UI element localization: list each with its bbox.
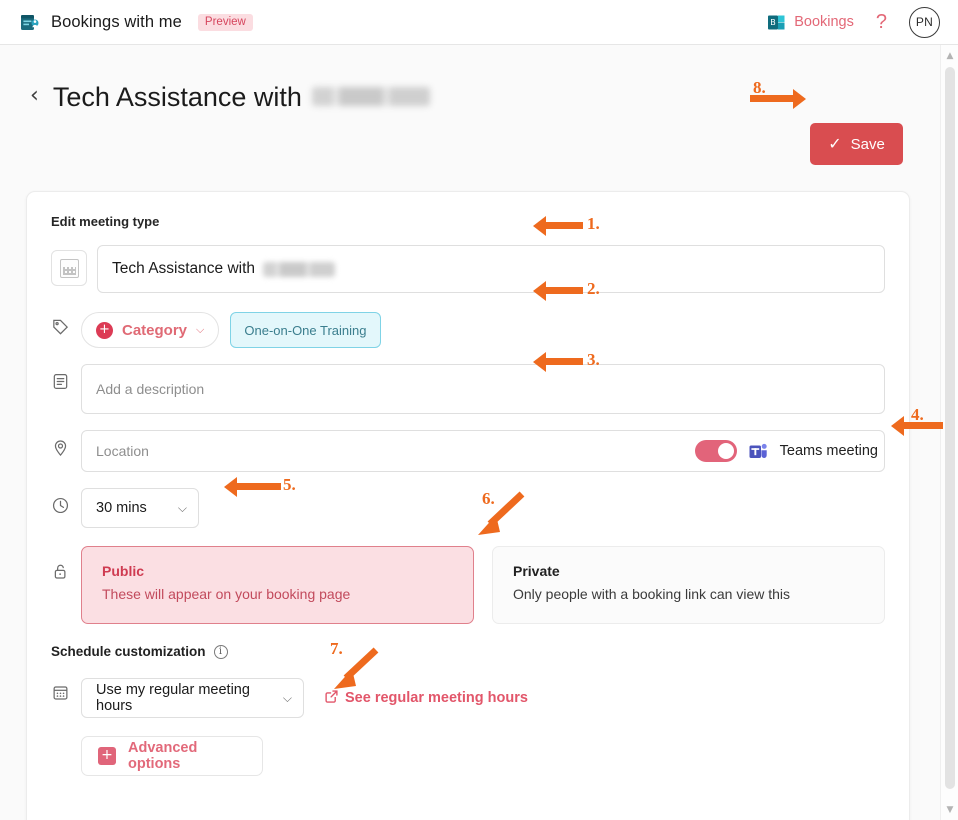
category-chip[interactable]: One-on-One Training — [230, 312, 380, 348]
visibility-public-desc: These will appear on your booking page — [102, 586, 453, 602]
unlock-icon — [51, 544, 81, 581]
scrollbar-thumb[interactable] — [945, 67, 955, 789]
page-title: Tech Assistance with — [53, 82, 430, 113]
meeting-name-row: Tech Assistance with — [27, 245, 909, 293]
duration-row: 30 mins ⌵ — [27, 488, 909, 528]
visibility-private-title: Private — [513, 563, 864, 579]
tag-icon — [51, 309, 81, 336]
duration-value: 30 mins — [96, 500, 147, 516]
visibility-option-private[interactable]: Private Only people with a booking link … — [492, 546, 885, 624]
page-header: ‹ Tech Assistance with — [0, 45, 940, 123]
description-body: Add a description — [81, 364, 909, 414]
external-link-icon — [325, 690, 338, 707]
location-row: Location — [27, 430, 909, 472]
meeting-name-input[interactable]: Tech Assistance with — [97, 245, 885, 293]
bookings-link[interactable]: B Bookings — [767, 13, 854, 32]
edit-meeting-type-card: Edit meeting type Tech Assistance with — [26, 191, 910, 820]
duration-select[interactable]: 30 mins ⌵ — [81, 488, 199, 528]
meeting-hours-select[interactable]: Use my regular meeting hours ⌵ — [81, 678, 304, 718]
see-regular-meeting-hours-label: See regular meeting hours — [345, 690, 528, 706]
category-body: + Category ⌵ One-on-One Training — [81, 309, 909, 348]
meeting-name-value: Tech Assistance with — [112, 260, 255, 278]
description-row: Add a description — [27, 364, 909, 414]
microsoft-teams-icon — [748, 441, 769, 462]
location-input[interactable]: Location — [81, 430, 885, 472]
card-section-label: Edit meeting type — [27, 192, 909, 229]
teams-meeting-toggle[interactable] — [695, 440, 737, 462]
visibility-private-desc: Only people with a booking link can view… — [513, 586, 864, 602]
visibility-body: Public These will appear on your booking… — [81, 544, 909, 624]
app-title: Bookings with me — [51, 13, 182, 32]
scroll-down-arrow[interactable]: ▼ — [941, 801, 958, 818]
plus-icon: + — [96, 322, 113, 339]
app-header: Bookings with me Preview B Bookings ? PN — [0, 0, 958, 45]
plus-icon: + — [98, 747, 116, 765]
save-button-label: Save — [851, 136, 885, 153]
clock-icon — [51, 488, 81, 515]
visibility-option-public[interactable]: Public These will appear on your booking… — [81, 546, 474, 624]
visibility-row: Public These will appear on your booking… — [27, 544, 909, 624]
save-button[interactable]: ✓ Save — [810, 123, 903, 165]
scroll-up-arrow[interactable]: ▲ — [941, 47, 958, 64]
preview-badge: Preview — [198, 14, 253, 31]
advanced-options-button[interactable]: + Advanced options — [81, 736, 263, 776]
location-body: Location — [81, 430, 909, 472]
app-header-right: B Bookings ? PN — [767, 7, 940, 38]
chevron-down-icon: ⌵ — [178, 501, 187, 516]
schedule-customization-header: Schedule customization i — [27, 624, 909, 659]
visibility-options: Public These will appear on your booking… — [81, 544, 885, 624]
page-title-text: Tech Assistance with — [53, 82, 302, 113]
meeting-hours-value: Use my regular meeting hours — [96, 682, 267, 714]
calendar-thumbnail-icon[interactable] — [51, 250, 87, 286]
location-pin-icon — [51, 430, 81, 457]
description-input[interactable]: Add a description — [81, 364, 885, 414]
page-scrollbar[interactable]: ▲ ▼ — [940, 45, 958, 820]
meeting-name-body: Tech Assistance with — [97, 245, 909, 293]
teams-meeting-label: Teams meeting — [780, 443, 878, 459]
visibility-public-title: Public — [102, 563, 453, 579]
duration-body: 30 mins ⌵ — [81, 488, 909, 528]
schedule-row: Use my regular meeting hours ⌵ See regul… — [27, 675, 909, 776]
schedule-customization-title: Schedule customization — [51, 644, 206, 659]
chevron-down-icon: ⌵ — [283, 691, 292, 706]
avatar[interactable]: PN — [909, 7, 940, 38]
app-header-left: Bookings with me Preview — [20, 12, 253, 33]
advanced-options-label: Advanced options — [128, 740, 246, 772]
back-button[interactable]: ‹ — [30, 85, 39, 107]
app-screen: Bookings with me Preview B Bookings ? PN — [0, 0, 958, 820]
info-icon[interactable]: i — [214, 645, 228, 659]
chevron-down-icon: ⌵ — [196, 323, 204, 337]
description-placeholder: Add a description — [96, 381, 204, 397]
redacted-attendee-name — [312, 87, 430, 106]
schedule-body: Use my regular meeting hours ⌵ See regul… — [81, 675, 909, 776]
bookings-link-label: Bookings — [794, 14, 854, 30]
see-regular-meeting-hours-link[interactable]: See regular meeting hours — [325, 690, 528, 707]
page-body: ‹ Tech Assistance with ✓ Save Edit meeti… — [0, 45, 940, 820]
description-icon — [51, 364, 81, 391]
category-row: + Category ⌵ One-on-One Training — [27, 309, 909, 348]
category-chips: + Category ⌵ One-on-One Training — [81, 309, 885, 348]
help-icon[interactable]: ? — [876, 12, 887, 32]
redacted-name-part — [263, 262, 335, 277]
svg-text:B: B — [770, 18, 776, 27]
check-icon: ✓ — [828, 136, 841, 152]
schedule-controls: Use my regular meeting hours ⌵ See regul… — [81, 675, 885, 718]
category-dropdown-button[interactable]: + Category ⌵ — [81, 312, 219, 348]
calendar-grid-icon — [51, 675, 81, 702]
bookings-with-me-logo-icon — [20, 12, 41, 33]
bookings-app-icon: B — [767, 13, 786, 32]
teams-meeting-control: Teams meeting — [695, 440, 884, 462]
category-button-label: Category — [122, 322, 187, 339]
location-placeholder: Location — [96, 443, 149, 459]
